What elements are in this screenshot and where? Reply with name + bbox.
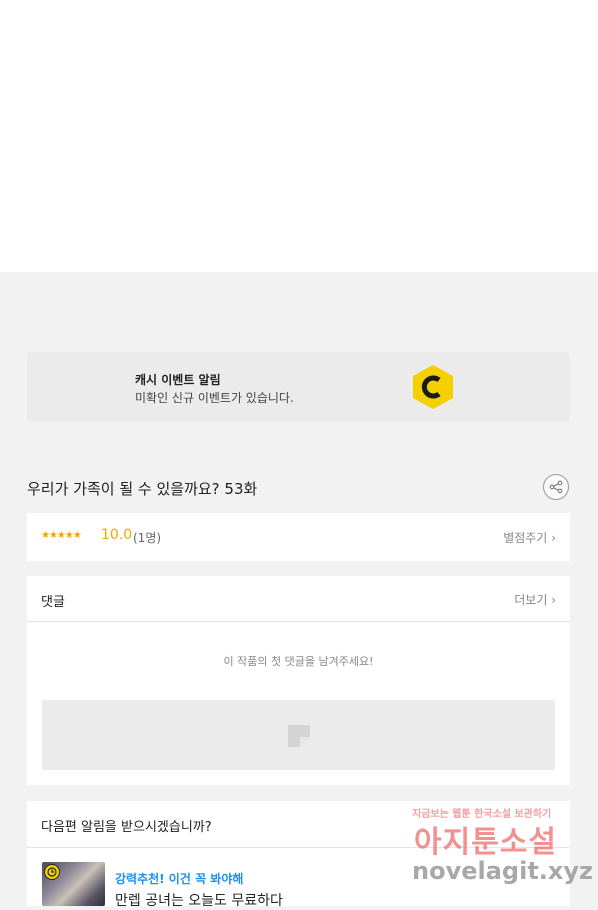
comment-more-button[interactable]: 더보기 › (514, 591, 556, 608)
divider (27, 847, 570, 848)
comment-section: 댓글 더보기 › 이 작품의 첫 댓글을 남겨주세요! (27, 576, 570, 785)
comment-more-label: 더보기 (514, 593, 548, 607)
cash-event-banner[interactable]: 캐시 이벤트 알림 미확인 신규 이벤트가 있습니다. (27, 352, 570, 422)
webtoon-image-area (0, 0, 598, 272)
comment-header: 댓글 (41, 595, 65, 610)
rate-button[interactable]: 별점주기 › (503, 529, 556, 546)
episode-title: 우리가 가족이 될 수 있을까요? 53화 (27, 480, 258, 498)
cash-logo-icon (413, 365, 453, 409)
chevron-right-icon: › (551, 593, 556, 607)
ad-placeholder[interactable] (42, 700, 555, 770)
notify-question: 다음편 알림을 받으시겠습니까? (41, 820, 212, 835)
share-button[interactable] (543, 474, 569, 500)
empty-comment-message: 이 작품의 첫 댓글을 남겨주세요! (223, 655, 374, 668)
rating-card: ★★★★★ 10.0 (1명) 별점주기 › (27, 513, 570, 561)
share-icon (549, 480, 563, 494)
recommend-thumbnail[interactable] (42, 862, 105, 906)
rate-button-label: 별점주기 (503, 531, 548, 545)
next-episode-notify-card: 다음편 알림을 받으시겠습니까? 강력추천! 이건 꼭 봐야해 만렙 공녀는 오… (27, 801, 570, 909)
rating-score: 10.0 (101, 527, 133, 543)
banner-title: 캐시 이벤트 알림 (135, 373, 221, 387)
recommend-label: 강력추천! 이건 꼭 봐야해 (115, 872, 244, 886)
rating-stars: ★★★★★ (41, 530, 82, 541)
rating-count: (1명) (133, 531, 162, 545)
chevron-right-icon: › (551, 531, 556, 545)
image-placeholder-icon (288, 725, 310, 747)
divider (27, 621, 570, 622)
banner-subtitle: 미확인 신규 이벤트가 있습니다. (135, 391, 294, 405)
recommend-title[interactable]: 만렙 공녀는 오늘도 무료하다 (115, 890, 283, 910)
clock-icon (44, 864, 60, 880)
